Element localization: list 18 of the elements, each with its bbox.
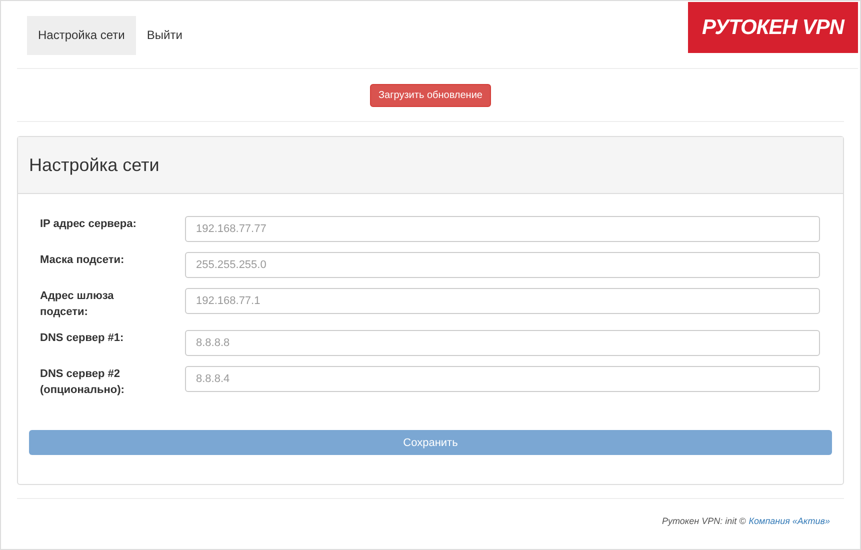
input-field[interactable]: 192.168.77.77 bbox=[185, 216, 820, 242]
input-field[interactable]: 255.255.255.0 bbox=[185, 252, 820, 278]
save-button[interactable]: Сохранить bbox=[29, 430, 832, 455]
nav-tab[interactable]: Настройка сети bbox=[27, 16, 136, 55]
upload-update-button[interactable]: Загрузить обновление bbox=[370, 84, 492, 106]
field-label: DNS сервер #1: bbox=[40, 331, 125, 346]
input-field[interactable]: 8.8.8.8 bbox=[185, 330, 820, 356]
field-label: Маска подсети: bbox=[40, 253, 126, 268]
panel-title: Настройка сети bbox=[29, 154, 160, 176]
field-label: Адрес шлюза подсети: bbox=[40, 289, 115, 320]
input-field[interactable]: 192.168.77.1 bbox=[185, 288, 820, 314]
field-label: IP адрес сервера: bbox=[40, 217, 138, 232]
company-link[interactable]: Компания «Актив» bbox=[748, 516, 830, 526]
nav-tab[interactable]: Выйти bbox=[136, 16, 194, 55]
logo: РУТОКЕН VPN bbox=[688, 2, 858, 53]
field-label: DNS сервер #2 (опционально): bbox=[40, 367, 126, 398]
footer-text: Рутокен VPN: init © bbox=[662, 516, 746, 526]
input-field[interactable]: 8.8.8.4 bbox=[185, 366, 820, 392]
